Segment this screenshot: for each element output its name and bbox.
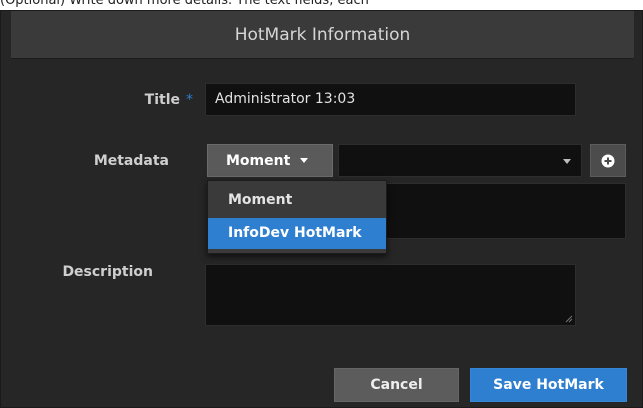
dropdown-option-moment[interactable]: Moment: [208, 185, 386, 216]
chevron-down-icon: [300, 158, 309, 163]
metadata-dropdown-menu: Moment InfoDev HotMark: [207, 180, 387, 254]
cancel-button[interactable]: Cancel: [334, 368, 459, 402]
background-page-text: (Optional) Write down more details. The …: [0, 0, 643, 10]
metadata-type-button[interactable]: Moment: [207, 144, 333, 177]
chevron-down-icon: [563, 159, 571, 164]
save-hotmark-button[interactable]: Save HotMark: [470, 368, 627, 402]
title-label-group: Title *: [101, 92, 193, 108]
background-hint-text: (Optional) Write down more details. The …: [0, 0, 369, 8]
title-input-value: Administrator 13:03: [215, 91, 356, 107]
metadata-label: Metadata: [93, 153, 169, 169]
description-label: Description: [62, 264, 153, 280]
resize-grip-icon[interactable]: [565, 315, 573, 323]
dropdown-option-infodev-hotmark[interactable]: InfoDev HotMark: [208, 218, 386, 249]
title-label: Title: [144, 92, 180, 108]
hotmark-dialog: HotMark Information Title * Administrator…: [0, 10, 643, 408]
dialog-title: HotMark Information: [234, 24, 411, 45]
description-textarea[interactable]: [205, 264, 576, 326]
add-metadata-button[interactable]: [590, 144, 626, 177]
plus-circle-icon: [601, 154, 615, 167]
metadata-type-label: Moment: [226, 152, 291, 169]
required-marker: *: [186, 92, 193, 108]
metadata-select[interactable]: [338, 144, 582, 177]
dialog-header: HotMark Information: [11, 11, 634, 59]
title-input[interactable]: Administrator 13:03: [205, 83, 576, 116]
